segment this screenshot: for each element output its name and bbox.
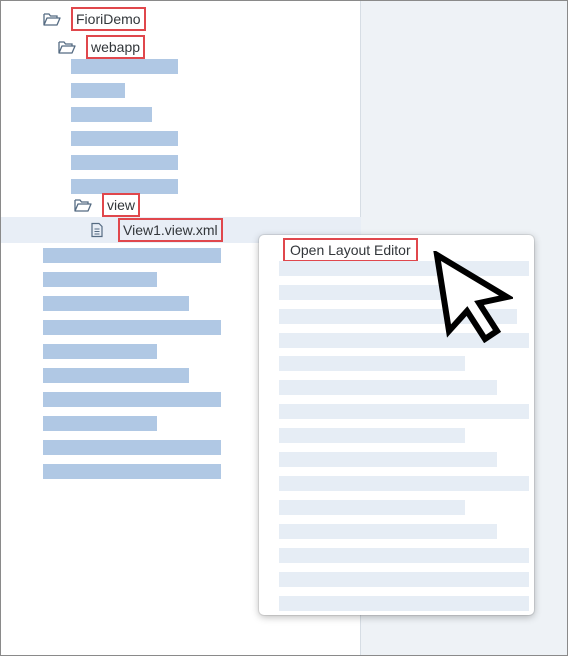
mouse-pointer-icon [433,251,513,343]
tree-node-view[interactable]: view [74,193,141,217]
menu-item-placeholder[interactable] [279,428,465,443]
tree-item-placeholder[interactable] [43,392,221,407]
folder-open-icon [58,39,76,55]
tree-item-placeholder[interactable] [43,296,189,311]
menu-item-placeholder[interactable] [279,380,497,395]
menu-item-placeholder[interactable] [279,524,497,539]
tree-item-placeholder[interactable] [43,344,157,359]
tree-item-placeholder[interactable] [71,107,152,122]
tree-item-placeholder[interactable] [43,440,221,455]
menu-item-placeholder[interactable] [279,572,529,587]
tree-item-placeholder[interactable] [43,272,157,287]
tree-item-placeholder[interactable] [43,416,157,431]
tree-item-placeholder[interactable] [71,179,178,194]
menu-item-placeholder[interactable] [279,404,529,419]
tree-node-label: View1.view.xml [118,218,223,242]
menu-item-placeholder[interactable] [279,356,465,371]
menu-item-placeholder[interactable] [279,452,497,467]
tree-item-placeholder[interactable] [43,368,189,383]
tree-item-placeholder[interactable] [43,248,221,263]
tree-item-placeholder[interactable] [71,131,178,146]
open-layout-editor-menu-item[interactable]: Open Layout Editor [283,238,418,262]
folder-open-icon [74,197,92,213]
tree-node-fioridemo[interactable]: FioriDemo [43,7,146,31]
tree-item-placeholder[interactable] [71,83,125,98]
document-icon [90,222,104,238]
tree-item-placeholder[interactable] [43,320,221,335]
tree-node-label: view [102,193,141,217]
tree-node-webapp[interactable]: webapp [58,35,146,59]
menu-item-placeholder[interactable] [279,476,529,491]
app-frame: FioriDemo webapp view View1.view.xml Ope… [0,0,568,656]
folder-open-icon [43,11,61,27]
menu-item-placeholder[interactable] [279,596,529,611]
tree-item-placeholder[interactable] [43,464,221,479]
tree-item-placeholder[interactable] [71,59,178,74]
menu-item-placeholder[interactable] [279,500,465,515]
tree-node-label: FioriDemo [71,7,146,31]
menu-item-placeholder[interactable] [279,548,529,563]
tree-node-view1-xml[interactable]: View1.view.xml [90,218,223,242]
tree-item-placeholder[interactable] [71,155,178,170]
tree-node-label: webapp [86,35,146,59]
